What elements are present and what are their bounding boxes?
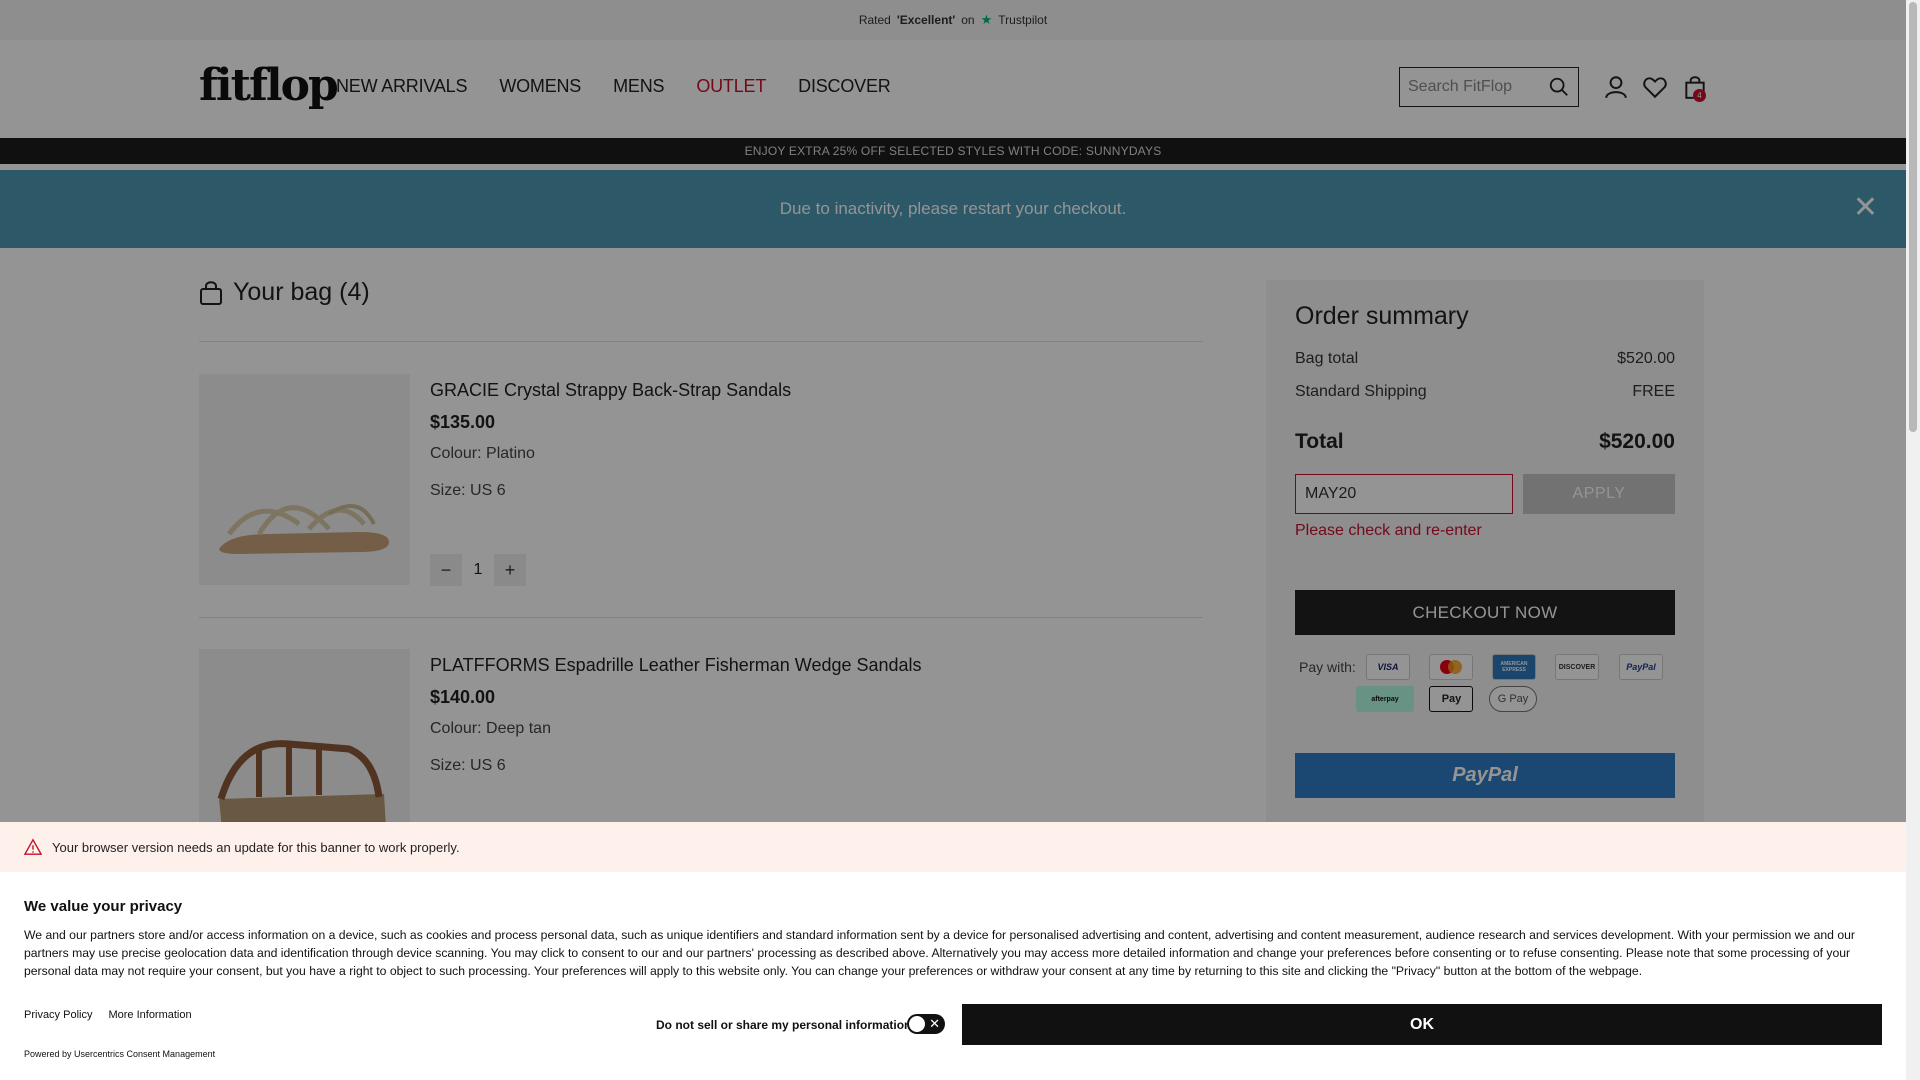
consent-ok-button[interactable]: OK bbox=[962, 1004, 1882, 1045]
do-not-sell-toggle[interactable]: ✕ bbox=[907, 1014, 945, 1034]
warning-message: Your browser version needs an update for… bbox=[52, 839, 460, 855]
page-scrollbar[interactable] bbox=[1906, 0, 1920, 1080]
cookie-consent-banner: We value your privacy We and our partner… bbox=[0, 872, 1906, 1080]
scrollbar-thumb[interactable] bbox=[1909, 2, 1917, 432]
consent-title: We value your privacy bbox=[24, 898, 183, 915]
privacy-policy-link[interactable]: Privacy Policy bbox=[24, 1009, 92, 1021]
toggle-off-icon: ✕ bbox=[929, 1016, 940, 1031]
warning-triangle-icon bbox=[24, 838, 42, 855]
browser-warning-banner: Your browser version needs an update for… bbox=[0, 822, 1906, 872]
consent-body: We and our partners store and/or access … bbox=[24, 928, 1855, 978]
consent-links: Privacy Policy More Information bbox=[24, 1009, 192, 1021]
powered-by-usercentrics[interactable]: Powered by Usercentrics Consent Manageme… bbox=[24, 1049, 215, 1059]
checkout-page: Rated 'Excellent' on ★ Trustpilot fitflo… bbox=[0, 0, 1906, 1080]
more-information-link[interactable]: More Information bbox=[108, 1009, 191, 1021]
toggle-knob bbox=[909, 1016, 925, 1032]
do-not-sell-label: Do not sell or share my personal informa… bbox=[656, 1018, 912, 1032]
